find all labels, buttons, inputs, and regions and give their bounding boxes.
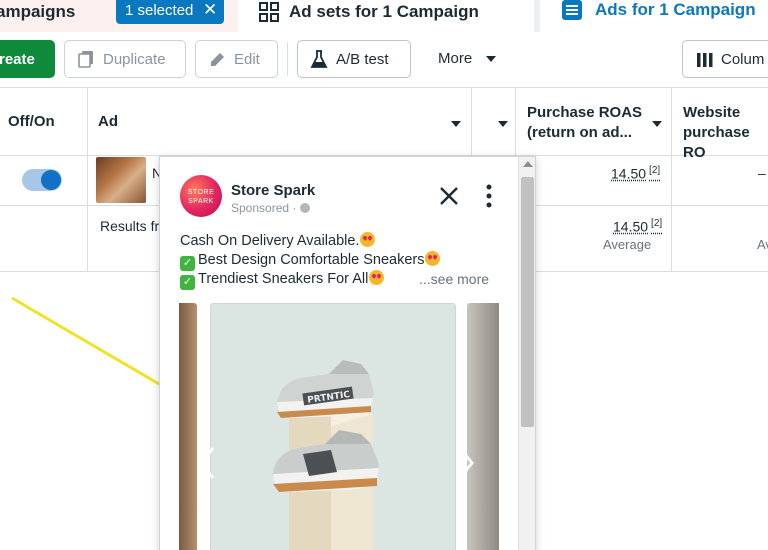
tab-ad-sets-label: Ad sets for 1 Campaign [289, 2, 479, 21]
pencil-icon [211, 53, 224, 66]
chevron-left-icon[interactable] [196, 443, 218, 483]
ad-on-off-toggle[interactable] [22, 169, 62, 191]
check-mark-emoji-icon: ✓ [180, 256, 195, 271]
summary-roas-footnote: [2] [651, 218, 663, 229]
store-name[interactable]: Store Spark [231, 182, 315, 199]
carousel-card-next[interactable] [467, 303, 499, 550]
ad-preview-popup: STORE SPARK Store Spark Sponsored · Cash… [159, 156, 536, 550]
scrollbar-thumb[interactable] [521, 177, 534, 427]
ab-test-button[interactable]: A/B test [297, 40, 411, 78]
more-options-icon[interactable] [481, 183, 497, 209]
header-ad[interactable]: Ad [98, 112, 118, 132]
columns-icon [697, 53, 713, 67]
tab-ads[interactable]: Ads for 1 Campaign [546, 0, 768, 32]
heart-eyes-emoji-icon [369, 270, 385, 285]
see-more-link[interactable]: ...see more [419, 271, 489, 287]
scroll-up-arrow-icon[interactable] [523, 161, 533, 167]
flask-icon [310, 50, 328, 68]
chevron-down-icon[interactable] [498, 121, 508, 127]
ads-manager-page: ampaigns 1 selected ✕ Ad sets for 1 Camp… [0, 0, 768, 550]
tab-ad-sets[interactable]: Ad sets for 1 Campaign [244, 0, 540, 32]
carousel-card-previous[interactable] [179, 303, 197, 550]
column-divider [471, 87, 472, 155]
edit-button[interactable]: Edit [195, 40, 278, 78]
check-mark-emoji-icon: ✓ [180, 275, 195, 290]
tab-campaigns-label: ampaigns [0, 2, 76, 21]
ad-copy-line2: ✓ Best Design Comfortable Sneakers [180, 251, 441, 271]
header-website-line1: Website [683, 104, 741, 121]
create-button[interactable]: reate [0, 40, 55, 78]
heart-eyes-emoji-icon [425, 251, 441, 266]
edit-label: Edit [234, 51, 260, 68]
ad-copy-line1: Cash On Delivery Available. [180, 232, 376, 249]
sneakers-product-image: PRTNTIC [211, 304, 455, 550]
ad-copy-line3-text: Trendiest Sneakers For All [198, 271, 369, 287]
tab-ads-label: Ads for 1 Campaign [595, 0, 756, 19]
ad-copy-line1-text: Cash On Delivery Available. [180, 233, 360, 249]
selected-filter-pill[interactable]: 1 selected ✕ [116, 0, 224, 24]
roas-number: 14.50 [611, 165, 647, 182]
results-summary-text: Results fr [100, 218, 160, 234]
ad-thumbnail[interactable] [96, 157, 146, 203]
tab-campaigns[interactable]: ampaigns 1 selected ✕ [0, 0, 238, 32]
clear-selection-icon[interactable]: ✕ [203, 0, 217, 20]
sponsored-text: Sponsored · [231, 201, 297, 215]
image-carousel: PRTNTIC [160, 303, 518, 550]
duplicate-icon [78, 51, 93, 68]
header-roas-line2: (return on ad... [527, 124, 632, 141]
close-icon[interactable] [438, 185, 460, 207]
ads-list-icon [562, 0, 582, 20]
ad-copy-line3: ✓ Trendiest Sneakers For All [180, 270, 385, 290]
tab-bar: ampaigns 1 selected ✕ Ad sets for 1 Camp… [0, 0, 768, 32]
create-label: reate [0, 51, 35, 68]
chevron-down-icon[interactable] [652, 121, 662, 127]
columns-label: Colum [721, 51, 765, 68]
chevron-down-icon[interactable] [451, 121, 461, 127]
column-divider [87, 87, 88, 271]
column-divider [671, 87, 672, 271]
row-roas-value[interactable]: 14.50 [2] [611, 165, 660, 182]
header-roas-line1: Purchase ROAS [527, 104, 643, 121]
column-divider [515, 87, 516, 155]
summary-website-average: Av [757, 237, 768, 252]
toolbar-divider [287, 42, 288, 76]
header-website-purchase-roas[interactable]: Website purchase RO [683, 103, 768, 163]
table-top-border [0, 87, 768, 88]
summary-roas-number: 14.50 [613, 218, 649, 235]
chevron-down-icon [486, 56, 496, 62]
popup-scrollbar[interactable] [518, 157, 535, 550]
duplicate-button[interactable]: Duplicate [64, 40, 186, 78]
carousel-card-current[interactable]: PRTNTIC [210, 303, 456, 550]
roas-footnote: [2] [649, 165, 661, 176]
grid-icon [259, 2, 279, 22]
globe-icon [299, 203, 310, 213]
header-website-line2: purchase RO [683, 124, 750, 161]
more-label: More [438, 50, 473, 67]
header-purchase-roas[interactable]: Purchase ROAS (return on ad... [527, 103, 642, 143]
toggle-knob [41, 170, 61, 190]
chevron-right-icon[interactable] [455, 443, 477, 483]
store-avatar[interactable]: STORE SPARK [180, 175, 222, 217]
summary-roas-average: Average [603, 237, 652, 252]
duplicate-label: Duplicate [103, 51, 166, 68]
heart-eyes-emoji-icon [360, 232, 376, 247]
row-website-value: – [758, 165, 766, 181]
summary-roas-value[interactable]: 14.50 [2] [613, 218, 662, 235]
header-off-on[interactable]: Off/On [8, 112, 55, 132]
ad-copy-line2-text: Best Design Comfortable Sneakers [198, 252, 425, 268]
ab-test-label: A/B test [336, 51, 389, 68]
columns-button[interactable]: Colum [682, 40, 768, 78]
toolbar: reate Duplicate Edit A/B test More Colum [0, 40, 768, 80]
more-button[interactable]: More [423, 40, 513, 78]
selected-count-label: 1 selected [125, 2, 194, 19]
sponsored-label: Sponsored · [231, 201, 310, 215]
